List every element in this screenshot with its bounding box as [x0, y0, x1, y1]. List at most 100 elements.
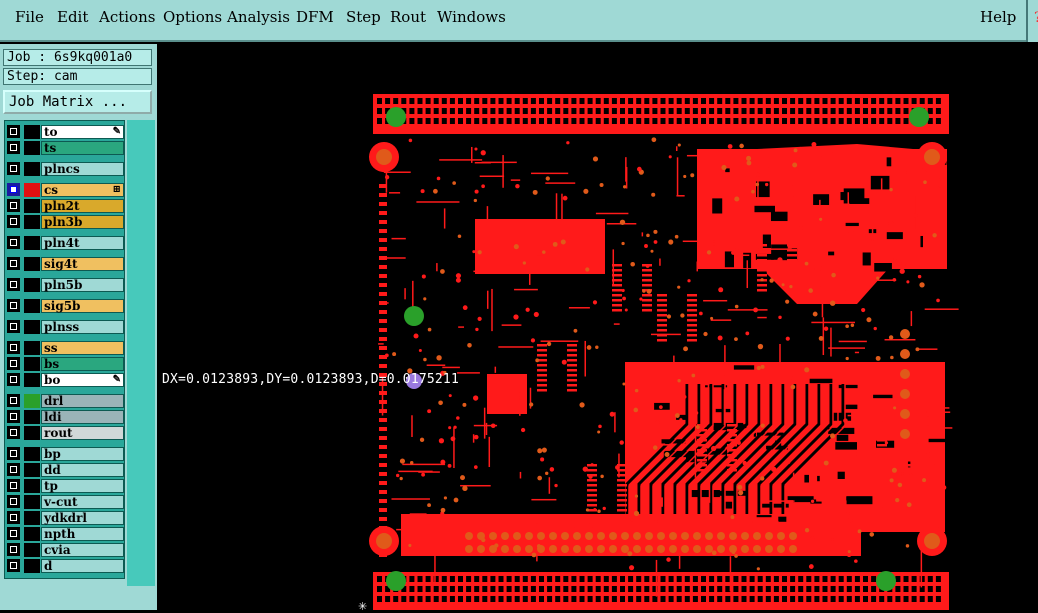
layer-color-swatch[interactable]	[24, 394, 40, 408]
layer-visibility-checkbox[interactable]	[7, 125, 20, 138]
layer-row-bp[interactable]: bp	[6, 447, 124, 461]
layer-name-label[interactable]: pln5b	[41, 278, 124, 292]
layer-row-plncs[interactable]: plncs	[6, 162, 124, 176]
layer-color-swatch[interactable]	[24, 341, 40, 355]
layer-color-swatch[interactable]	[24, 199, 40, 213]
menu-edit[interactable]: Edit	[57, 8, 88, 26]
layer-row-bs[interactable]: bs	[6, 357, 124, 371]
layer-name-label[interactable]: bs	[41, 357, 124, 371]
layer-list-scrollbar[interactable]	[127, 120, 155, 610]
layer-visibility-checkbox[interactable]	[7, 236, 20, 249]
layer-name-label[interactable]: plnss	[41, 320, 124, 334]
layer-visibility-checkbox[interactable]	[7, 141, 20, 154]
layer-name-label[interactable]: pln2t	[41, 199, 124, 213]
layer-name-label[interactable]: npth	[41, 527, 124, 541]
menu-options[interactable]: Options	[163, 8, 222, 26]
layer-name-label[interactable]: d	[41, 559, 124, 573]
layer-name-label[interactable]: pln4t	[41, 236, 124, 250]
menu-actions[interactable]: Actions	[99, 8, 155, 26]
layer-row-npth[interactable]: npth	[6, 527, 124, 541]
layer-color-swatch[interactable]	[24, 257, 40, 271]
menu-help[interactable]: Help	[980, 8, 1016, 26]
layer-name-label[interactable]: ss	[41, 341, 124, 355]
menu-windows[interactable]: Windows	[437, 8, 506, 26]
layer-name-label[interactable]: ldi	[41, 410, 124, 424]
layer-color-swatch[interactable]	[24, 373, 40, 387]
layer-color-swatch[interactable]	[24, 183, 40, 197]
layer-visibility-checkbox[interactable]	[7, 463, 20, 476]
layer-row-ts[interactable]: ts	[6, 141, 124, 155]
layer-visibility-checkbox[interactable]	[7, 511, 20, 524]
menu-file[interactable]: File	[15, 8, 44, 26]
menu-analysis[interactable]: Analysis	[227, 8, 290, 26]
layer-color-swatch[interactable]	[24, 463, 40, 477]
layer-color-swatch[interactable]	[24, 141, 40, 155]
layer-row-pln5b[interactable]: pln5b	[6, 278, 124, 292]
layer-visibility-checkbox[interactable]	[7, 527, 20, 540]
job-matrix-button[interactable]: Job Matrix ...	[3, 90, 152, 114]
layer-row-cs[interactable]: cs ⊞	[6, 183, 124, 197]
layer-name-label[interactable]: sig5b	[41, 299, 124, 313]
layer-name-label[interactable]: ydkdrl	[41, 511, 124, 525]
layer-color-swatch[interactable]	[24, 447, 40, 461]
layer-name-label[interactable]: rout	[41, 426, 124, 440]
layer-visibility-checkbox[interactable]	[7, 199, 20, 212]
layer-row-d[interactable]: d	[6, 559, 124, 573]
layer-row-ydkdrl[interactable]: ydkdrl	[6, 511, 124, 525]
layer-row-pln2t[interactable]: pln2t	[6, 199, 124, 213]
menu-rout[interactable]: Rout	[390, 8, 426, 26]
layer-color-swatch[interactable]	[24, 162, 40, 176]
layer-color-swatch[interactable]	[24, 511, 40, 525]
layer-color-swatch[interactable]	[24, 559, 40, 573]
layer-name-label[interactable]: plncs	[41, 162, 124, 176]
layer-row-pln3b[interactable]: pln3b	[6, 215, 124, 229]
layer-row-dd[interactable]: dd	[6, 463, 124, 477]
pcb-graphic-canvas[interactable]	[157, 44, 1038, 610]
layer-row-cvia[interactable]: cvia	[6, 543, 124, 557]
layer-row-rout[interactable]: rout	[6, 426, 124, 440]
layer-row-ldi[interactable]: ldi	[6, 410, 124, 424]
layer-row-sig4t[interactable]: sig4t	[6, 257, 124, 271]
layer-visibility-checkbox[interactable]	[7, 559, 20, 572]
layer-row-pln4t[interactable]: pln4t	[6, 236, 124, 250]
layer-name-label[interactable]: bp	[41, 447, 124, 461]
layer-visibility-checkbox[interactable]	[7, 479, 20, 492]
layer-row-plnss[interactable]: plnss	[6, 320, 124, 334]
layer-visibility-checkbox[interactable]	[7, 215, 20, 228]
layer-color-swatch[interactable]	[24, 299, 40, 313]
layer-visibility-checkbox[interactable]	[7, 426, 20, 439]
layer-color-swatch[interactable]	[24, 320, 40, 334]
layer-row-v-cut[interactable]: v-cut	[6, 495, 124, 509]
layer-color-swatch[interactable]	[24, 236, 40, 250]
layer-name-label[interactable]: tp	[41, 479, 124, 493]
layer-name-label[interactable]: sig4t	[41, 257, 124, 271]
layer-visibility-checkbox[interactable]	[7, 257, 20, 270]
layer-visibility-checkbox[interactable]	[7, 373, 20, 386]
layer-color-swatch[interactable]	[24, 543, 40, 557]
layer-color-swatch[interactable]	[24, 215, 40, 229]
layer-visibility-checkbox[interactable]	[7, 357, 20, 370]
layer-color-swatch[interactable]	[24, 479, 40, 493]
layer-row-sig5b[interactable]: sig5b	[6, 299, 124, 313]
layer-visibility-checkbox[interactable]	[7, 278, 20, 291]
layer-row-tp[interactable]: tp	[6, 479, 124, 493]
layer-color-swatch[interactable]	[24, 426, 40, 440]
layer-color-swatch[interactable]	[24, 357, 40, 371]
menu-dfm[interactable]: DFM	[296, 8, 334, 26]
layer-visibility-checkbox[interactable]	[7, 162, 20, 175]
layer-color-swatch[interactable]	[24, 495, 40, 509]
layer-name-label[interactable]: v-cut	[41, 495, 124, 509]
layer-visibility-checkbox[interactable]	[7, 410, 20, 423]
layer-visibility-checkbox[interactable]	[7, 299, 20, 312]
layer-name-label[interactable]: ts	[41, 141, 124, 155]
layer-row-drl[interactable]: drl	[6, 394, 124, 408]
layer-name-label[interactable]: cvia	[41, 543, 124, 557]
layer-visibility-checkbox[interactable]	[7, 183, 20, 196]
layer-color-swatch[interactable]	[24, 278, 40, 292]
layer-name-label[interactable]: pln3b	[41, 215, 124, 229]
layer-color-swatch[interactable]	[24, 527, 40, 541]
layer-visibility-checkbox[interactable]	[7, 495, 20, 508]
layer-visibility-checkbox[interactable]	[7, 394, 20, 407]
layer-name-label[interactable]: bo ✎	[41, 373, 124, 387]
layer-visibility-checkbox[interactable]	[7, 341, 20, 354]
